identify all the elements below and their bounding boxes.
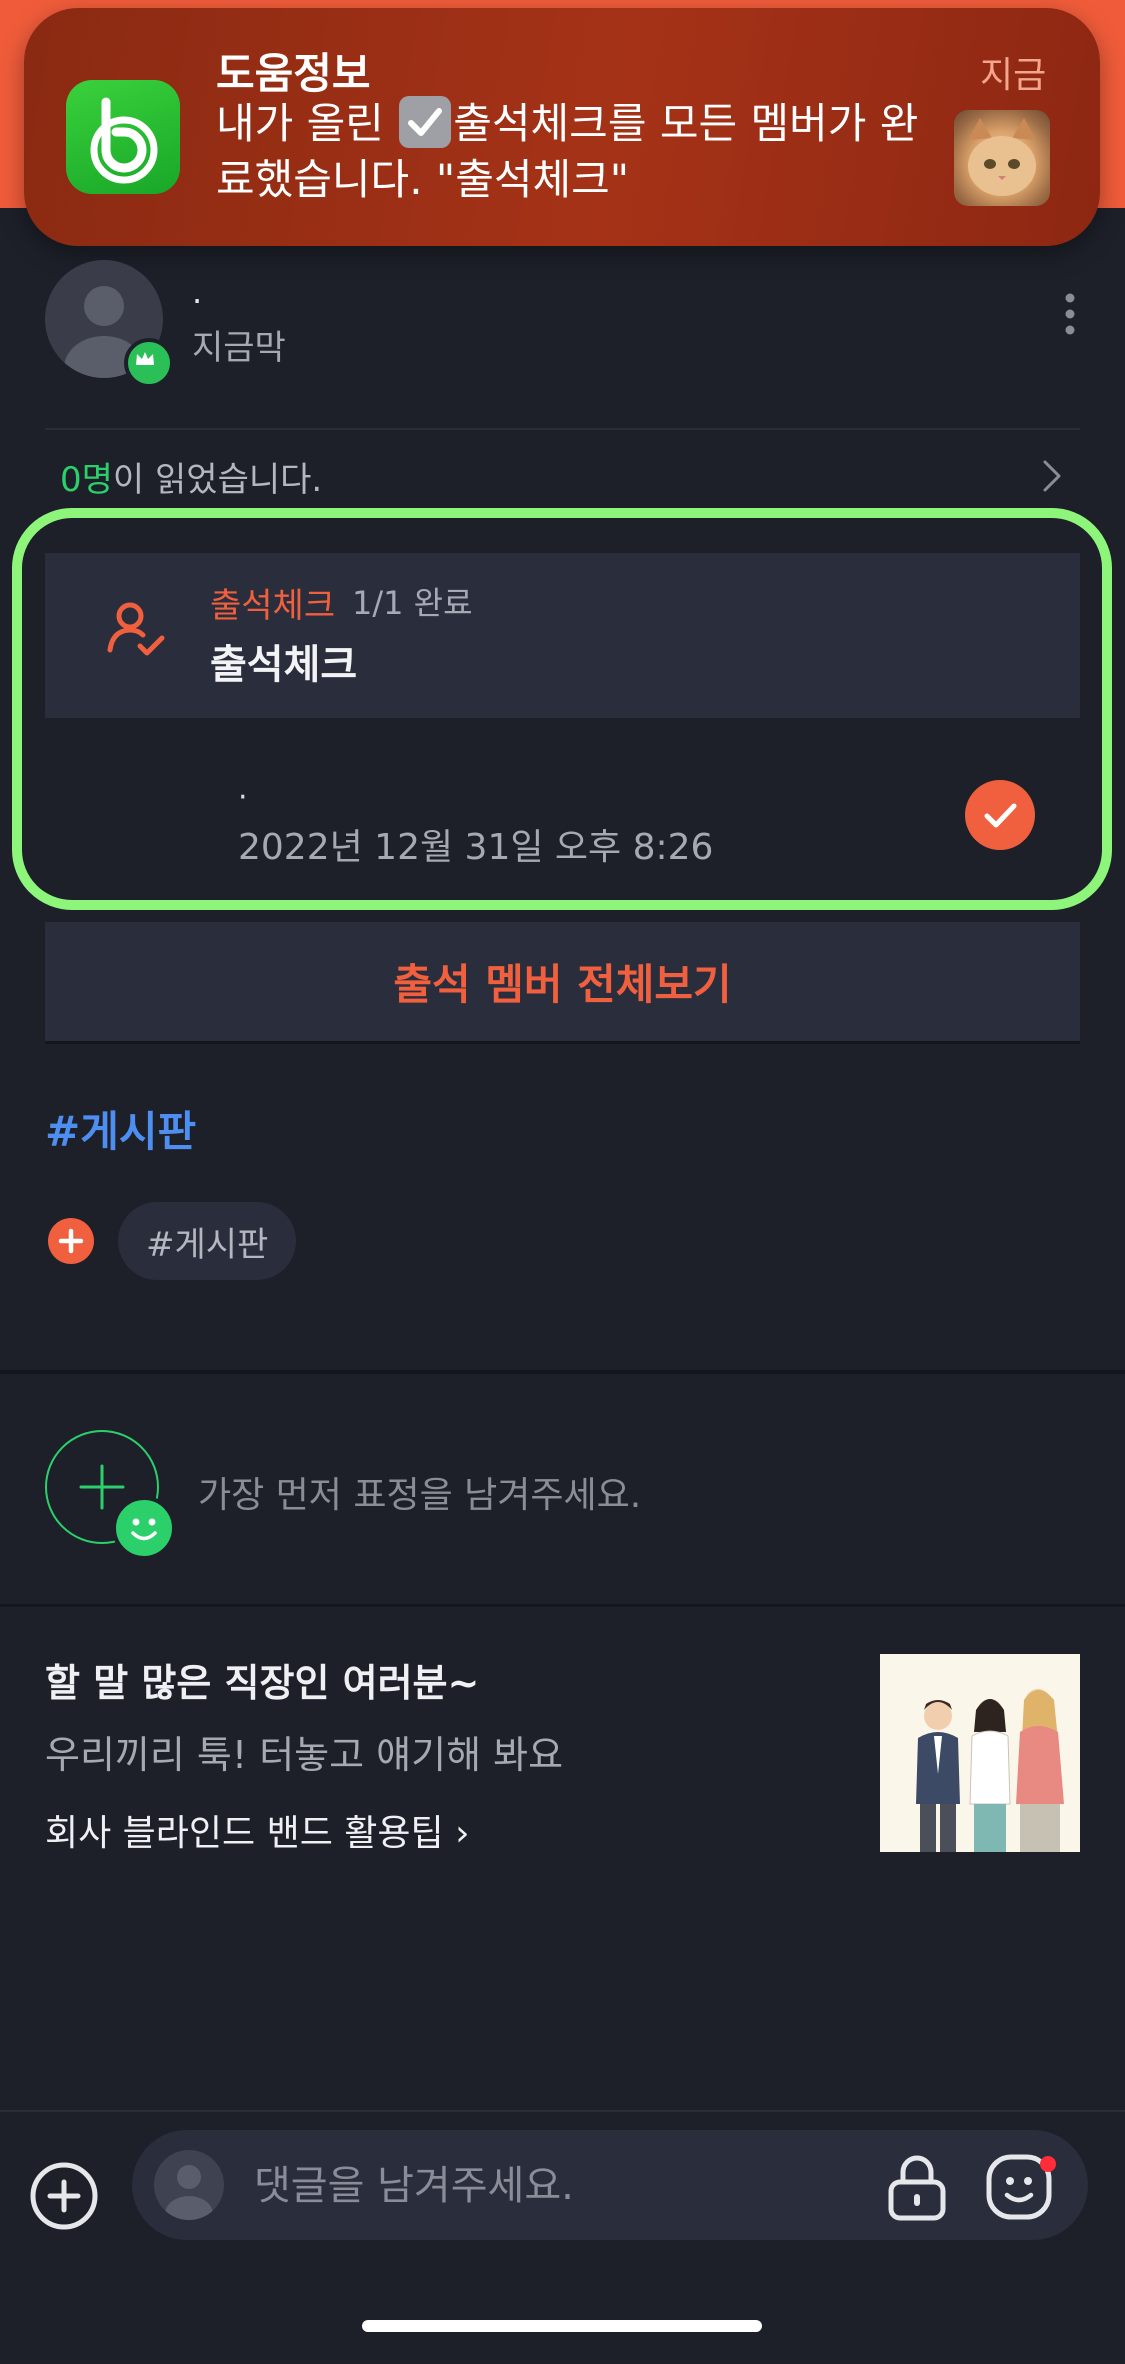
chevron-right-icon[interactable]: [1040, 458, 1064, 498]
band-app-icon: [66, 80, 180, 194]
chevron-right-icon: ›: [455, 1813, 470, 1854]
notification-body: 내가 올린 출석체크를 모든 멤버가 완료했습니다. "출석체크": [216, 96, 936, 208]
post-time: 지금막: [192, 328, 286, 368]
promo-subtitle[interactable]: 우리끼리 툭! 터놓고 얘기해 봐요: [45, 1724, 563, 1779]
reaction-prompt: 가장 먼저 표정을 남겨주세요.: [198, 1475, 642, 1516]
cat-thumbnail-image: [954, 110, 1050, 206]
notification-time: 지금: [980, 55, 1047, 96]
section-divider: [0, 1604, 1125, 1607]
home-indicator: [362, 2320, 762, 2332]
my-avatar: [154, 2150, 224, 2220]
attach-plus-icon[interactable]: [28, 2160, 100, 2236]
notification-title: 도움정보: [216, 49, 371, 98]
author-name: ·: [192, 282, 203, 320]
tag-section-heading[interactable]: #게시판: [45, 1098, 196, 1159]
comment-input[interactable]: [252, 2150, 816, 2222]
read-count-row[interactable]: 0명이 읽었습니다.: [60, 452, 322, 501]
more-options-icon[interactable]: [1060, 290, 1080, 338]
office-workers-illustration[interactable]: [880, 1654, 1080, 1852]
view-all-attendees-button[interactable]: 출석 멤버 전체보기: [45, 922, 1080, 1044]
checkbox-emoji-icon: [399, 96, 452, 148]
promo-link[interactable]: 회사 블라인드 밴드 활용팁 ›: [45, 1804, 470, 1856]
divider: [45, 428, 1080, 430]
new-badge-dot: [1040, 2156, 1056, 2172]
leader-crown-icon: [124, 338, 174, 388]
highlight-outline: [12, 508, 1112, 910]
add-tag-icon[interactable]: [48, 1218, 94, 1264]
smile-icon: [112, 1496, 176, 1560]
promo-title[interactable]: 할 말 많은 직장인 여러분~: [45, 1652, 479, 1707]
tag-chip[interactable]: #게시판: [118, 1202, 297, 1280]
section-divider: [0, 1370, 1125, 1374]
lock-icon[interactable]: [884, 2152, 950, 2226]
